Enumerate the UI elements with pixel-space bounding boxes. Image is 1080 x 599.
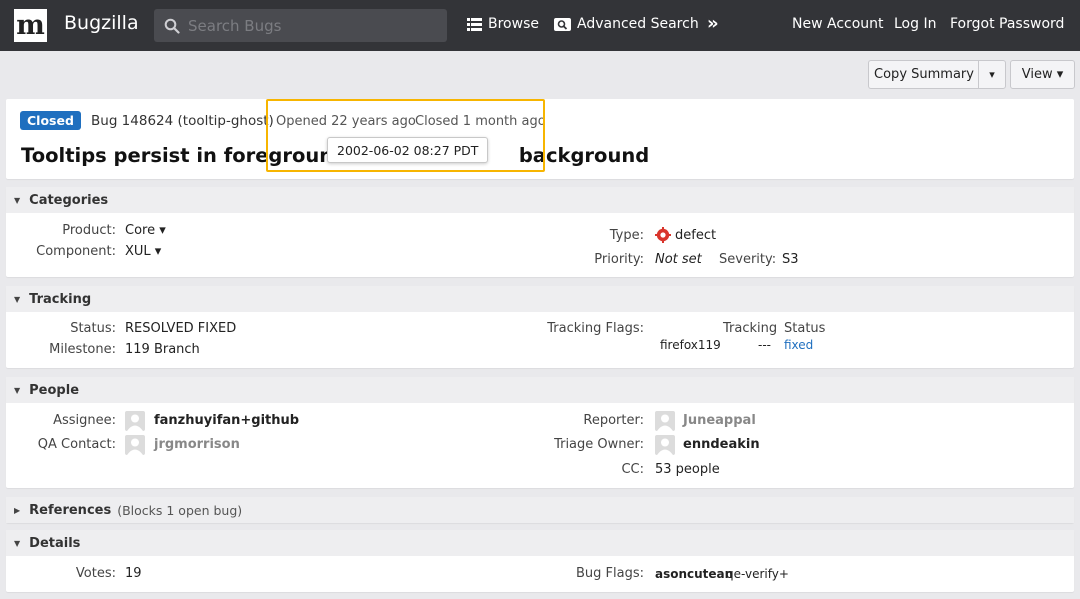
user-icon [127,438,143,455]
timestamp-tooltip: 2002-06-02 08:27 PDT [327,137,489,163]
app-title[interactable]: Bugzilla [64,12,139,34]
advanced-search-icon [554,17,571,31]
assignee-value[interactable]: fanzhuyifan+github [154,413,299,428]
tracking-header[interactable]: ▼ Tracking [6,286,1074,312]
avatar [655,435,675,455]
new-account-link[interactable]: New Account [792,16,884,32]
votes-label: Votes: [75,566,116,581]
flag-status-value[interactable]: fixed [784,338,813,352]
references-subtitle: (Blocks 1 open bug) [117,502,243,518]
type-label: Type: [609,228,644,243]
people-heading: People [29,382,80,398]
component-label: Component: [36,244,116,259]
browse-label: Browse [488,16,539,32]
qa-contact-value[interactable]: jrgmorrison [154,437,240,452]
references-heading: References [29,502,112,518]
expand-triangle-icon: ▼ [14,385,21,395]
assignee-label: Assignee: [53,413,116,428]
severity-value: S3 [782,252,799,267]
bug-summary-card: Closed Bug 148624 (tooltip-ghost) Opened… [6,99,1074,179]
search-input[interactable] [188,16,428,35]
qa-contact-label: QA Contact: [37,437,116,452]
references-header[interactable]: ▶ References (Blocks 1 open bug) [6,497,1074,523]
tracking-flags-label: Tracking Flags: [547,321,644,336]
advanced-search-label: Advanced Search [577,16,699,32]
categories-section: ▼ Categories Product: Core ▾ Component: … [6,187,1074,277]
categories-header[interactable]: ▼ Categories [6,187,1074,213]
user-icon [657,438,673,455]
people-section: ▼ People Assignee: fanzhuyifan+github QA… [6,377,1074,488]
closed-time[interactable]: Closed 1 month ago [415,114,546,129]
user-icon [657,414,673,431]
severity-label: Severity: [719,252,777,267]
log-in-link[interactable]: Log In [894,16,936,32]
search-icon [164,18,180,34]
flag-tracking-value: --- [758,338,771,352]
browse-link[interactable]: Browse [467,16,539,32]
product-value[interactable]: Core ▾ [125,223,166,238]
tracking-column-header: Tracking [723,321,778,336]
details-header[interactable]: ▼ Details [6,530,1074,556]
flag-value: qe-verify+ [726,567,789,581]
forgot-password-link[interactable]: Forgot Password [950,16,1064,32]
top-navbar: m Bugzilla Browse Advanced Search » New … [0,0,1080,51]
status-column-header: Status [784,321,826,336]
reporter-value[interactable]: Juneappal [683,413,756,428]
bugzilla-logo[interactable]: m [14,9,47,42]
avatar [125,435,145,455]
categories-heading: Categories [29,192,109,208]
search-box[interactable] [154,9,447,42]
cc-label: CC: [621,462,644,477]
product-label: Product: [62,223,116,238]
reporter-label: Reporter: [583,413,644,428]
user-icon [127,414,143,431]
flag-name: firefox119 [660,338,721,352]
bug-title-right: background [518,144,650,167]
triage-owner-label: Triage Owner: [554,437,644,452]
collapsed-triangle-icon: ▶ [14,505,21,515]
bug-id[interactable]: Bug 148624 (tooltip-ghost) [91,113,274,129]
copy-summary-button[interactable]: Copy Summary [868,60,979,89]
opened-time[interactable]: Opened 22 years ago [276,114,416,129]
status-label: Status: [70,321,116,336]
details-heading: Details [29,535,81,551]
priority-label: Priority: [594,252,644,267]
milestone-value: 119 Branch [125,342,200,357]
people-header[interactable]: ▼ People [6,377,1074,403]
expand-triangle-icon: ▼ [14,195,21,205]
tracking-heading: Tracking [29,291,92,307]
list-icon [467,17,482,31]
defect-icon [655,227,671,243]
type-value: defect [675,228,717,243]
avatar [655,411,675,431]
triage-owner-value[interactable]: enndeakin [683,437,760,452]
component-value[interactable]: XUL ▾ [125,244,161,259]
copy-summary-menu-button[interactable]: ▾ [978,60,1006,89]
more-links-button[interactable]: » [707,13,719,34]
advanced-search-link[interactable]: Advanced Search [554,16,699,32]
votes-value: 19 [125,566,142,581]
expand-triangle-icon: ▼ [14,538,21,548]
priority-value: Not set [655,252,702,267]
tracking-section: ▼ Tracking Status: RESOLVED FIXED Milest… [6,286,1074,368]
bug-flags-label: Bug Flags: [575,566,644,581]
status-value: RESOLVED FIXED [125,321,237,336]
references-section: ▶ References (Blocks 1 open bug) [6,497,1074,523]
details-section: ▼ Details Votes: 19 Bug Flags: asoncutea… [6,530,1074,592]
milestone-label: Milestone: [49,342,116,357]
flag-setter[interactable]: asoncutean [655,567,733,581]
cc-value[interactable]: 53 people [655,462,720,477]
expand-triangle-icon: ▼ [14,294,21,304]
status-badge: Closed [20,111,81,130]
view-menu-button[interactable]: View ▾ [1010,60,1075,89]
avatar [125,411,145,431]
